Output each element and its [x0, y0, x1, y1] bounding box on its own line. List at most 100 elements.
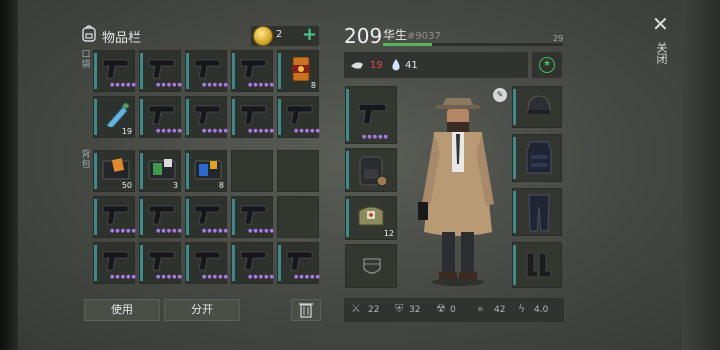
rarity-dots: ●●●●●: [294, 274, 321, 280]
stealth-value: 4.0: [534, 305, 549, 315]
pocket-slot[interactable]: [345, 244, 397, 288]
rarity-dots: ●●●●●: [156, 274, 183, 280]
food-icon: [351, 62, 363, 69]
medkit-slot[interactable]: 12: [345, 196, 397, 240]
pistol-icon: [102, 59, 129, 79]
medkit-icon: [358, 206, 384, 226]
radiation-icon: ☢: [436, 302, 446, 315]
add-coins-button[interactable]: +: [302, 24, 317, 45]
medkit-qty: 12: [383, 229, 394, 238]
customize-icon[interactable]: ✎: [493, 88, 507, 102]
close-label[interactable]: 关闭: [655, 42, 668, 64]
item-quantity: 19: [121, 127, 132, 136]
empty-slot[interactable]: [277, 196, 319, 238]
rarity-dots: ●●●●●: [248, 274, 275, 280]
item-quantity: 50: [121, 181, 132, 190]
rarity-dots: ●●●●●: [362, 134, 389, 140]
inventory-slot[interactable]: ●●●●●: [185, 196, 229, 238]
water-icon: [392, 59, 400, 71]
pistol-icon: [194, 251, 221, 271]
rarity-dots: ●●●●●: [248, 82, 275, 88]
boots-slot[interactable]: [512, 242, 562, 288]
thirst-value: 41: [405, 60, 418, 71]
rarity-dots: ●●●●●: [248, 228, 275, 234]
inventory-title: 物品栏: [102, 31, 142, 46]
inventory-slot[interactable]: ●●●●●: [93, 242, 137, 284]
inventory-slot[interactable]: ●●●●●: [93, 196, 137, 238]
tactical-pants-icon: [528, 194, 550, 232]
inventory-slot[interactable]: ●●●●●: [185, 96, 229, 138]
rarity-dots: ●●●●●: [294, 128, 321, 134]
inventory-slot[interactable]: ●●●●●: [231, 242, 275, 284]
inventory-slot[interactable]: 8: [277, 50, 319, 92]
inventory-slot[interactable]: ●●●●●: [231, 96, 274, 138]
rarity-dots: ●●●●●: [202, 128, 229, 134]
weapon-slot[interactable]: ●●●●●: [345, 86, 397, 144]
inventory-slot[interactable]: 19: [93, 96, 135, 138]
inventory-slot[interactable]: ●●●●●: [93, 50, 137, 92]
backpack-slot[interactable]: [345, 148, 397, 192]
star-icon[interactable]: ★: [539, 57, 555, 73]
trash-button[interactable]: [291, 299, 321, 321]
inventory-slot[interactable]: ●●●●●: [277, 96, 321, 138]
item-quantity: 8: [218, 181, 224, 190]
rarity-dots: ●●●●●: [110, 228, 137, 234]
pants-slot[interactable]: [512, 188, 562, 236]
vest-slot[interactable]: [512, 134, 562, 182]
pistol-icon: [148, 251, 175, 271]
body-armor-icon: [526, 141, 552, 174]
player-level: 209: [344, 24, 383, 48]
inventory-slot[interactable]: 8: [185, 150, 227, 192]
helmet-slot[interactable]: [512, 86, 562, 128]
armor-icon: ⛨: [395, 302, 404, 315]
player-name-text: 华生: [383, 28, 408, 42]
rarity-dots: ●●●●●: [156, 128, 183, 134]
inventory-slot[interactable]: ●●●●●: [139, 96, 183, 138]
attack-icon: ⚔: [351, 302, 361, 315]
pistol-icon: [286, 251, 313, 271]
rarity-dots: ●●●●●: [110, 82, 137, 88]
inventory-slot[interactable]: ●●●●●: [231, 50, 275, 92]
inventory-slot[interactable]: ●●●●●: [277, 242, 321, 284]
hunger-value: 19: [370, 60, 383, 71]
close-icon[interactable]: ✕: [652, 12, 669, 36]
inventory-slot[interactable]: ●●●●●: [185, 50, 228, 92]
inventory-slot[interactable]: ●●●●●: [139, 50, 182, 92]
item-quantity: 8: [310, 81, 316, 90]
inventory-slot[interactable]: 3: [139, 150, 181, 192]
radiation-value: 0: [450, 305, 456, 315]
pistol-icon: [148, 59, 175, 79]
rarity-dots: ●●●●●: [110, 274, 137, 280]
rarity-dots: ●●●●●: [202, 228, 229, 234]
canned-food-icon: [292, 57, 310, 81]
water-bottle-icon: [106, 103, 130, 127]
inventory-slot[interactable]: ●●●●●: [139, 196, 183, 238]
pistol-icon: [358, 103, 387, 125]
player-name: 华生#9037: [383, 26, 441, 43]
armor-value: 32: [409, 305, 421, 315]
use-button[interactable]: 使用: [84, 299, 160, 321]
pistol-icon: [102, 251, 129, 271]
rarity-dots: ●●●●●: [202, 274, 229, 280]
pistol-icon: [240, 205, 267, 225]
item-quantity: 3: [172, 181, 178, 190]
inventory-slot[interactable]: ●●●●●: [139, 242, 183, 284]
pistol-icon: [148, 105, 175, 125]
coin-count: 2: [276, 29, 283, 40]
trash-icon: [299, 303, 313, 318]
coin-icon: [253, 26, 273, 46]
speed-value: 42: [494, 305, 506, 315]
pistol-icon: [194, 59, 221, 79]
pocket-icon: [363, 258, 381, 274]
rarity-dots: ●●●●●: [156, 228, 183, 234]
pistol-icon: [148, 205, 175, 225]
inventory-slot[interactable]: 50: [93, 150, 135, 192]
inventory-slot[interactable]: ●●●●●: [185, 242, 229, 284]
pistol-icon: [102, 205, 129, 225]
inventory-screen: 物品栏 2 + 口袋 背包 ●●●●● ●●●●● ●●●●● ●●●●● 8 19 ●●●…: [0, 0, 720, 350]
next-level: 29: [553, 34, 564, 43]
empty-slot[interactable]: [231, 150, 273, 192]
empty-slot[interactable]: [277, 150, 319, 192]
inventory-slot[interactable]: ●●●●●: [231, 196, 275, 238]
split-button[interactable]: 分开: [164, 299, 240, 321]
